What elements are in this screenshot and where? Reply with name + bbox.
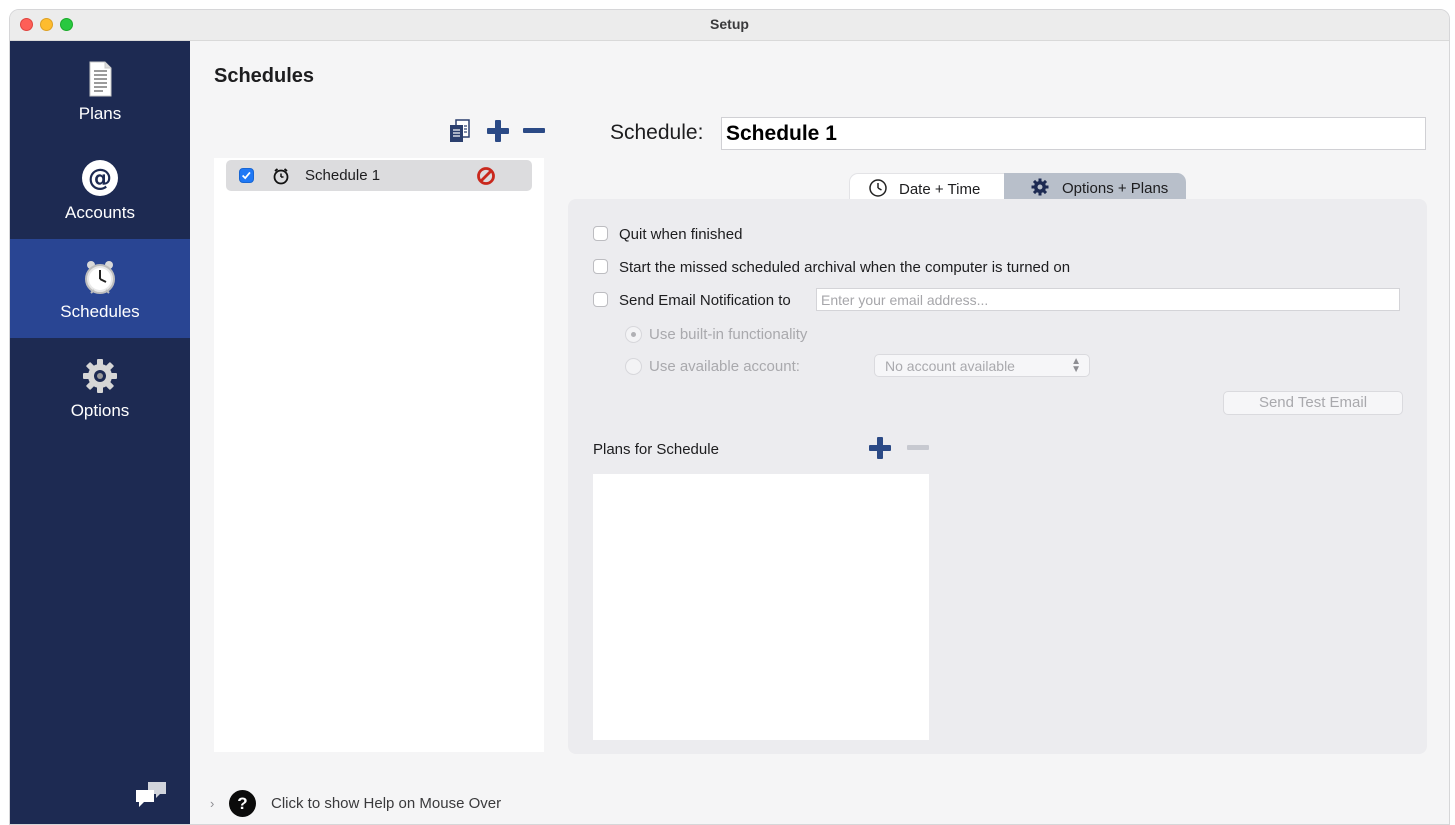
schedule-name-label: Schedule 1 [305,167,381,184]
duplicate-icon[interactable] [446,118,474,144]
option-label: Use available account: [649,358,800,375]
chat-bubbles-icon[interactable] [134,780,168,810]
chevron-right-icon[interactable]: › [210,796,214,811]
disabled-icon[interactable] [476,166,496,186]
sidebar-item-accounts[interactable]: @ Accounts [10,140,190,239]
chevron-up-down-icon: ▲ ▼ [1071,356,1081,375]
help-text: Click to show Help on Mouse Over [271,795,502,812]
gear-icon [83,359,117,393]
option-label: Use built-in functionality [649,326,808,343]
alarm-clock-icon [85,261,115,294]
use-builtin-option[interactable]: Use built-in functionality [625,324,855,344]
alarm-clock-icon [273,168,289,185]
sidebar-item-label: Accounts [65,203,135,222]
start-missed-checkbox[interactable] [593,259,608,274]
sidebar-item-label: Schedules [60,302,140,321]
sidebar-item-options[interactable]: Options [10,338,190,437]
gear-icon [1031,178,1049,196]
minus-icon[interactable] [520,118,548,144]
schedule-field-label: Schedule: [610,121,704,144]
use-account-radio[interactable] [625,358,642,375]
send-email-checkbox[interactable] [593,292,608,307]
at-sign-icon: @ [82,160,118,196]
clock-icon [869,179,887,197]
use-builtin-radio[interactable] [625,326,642,343]
option-label: Send Email Notification to [619,292,791,309]
add-plan-icon[interactable] [866,435,894,461]
help-icon[interactable]: ? [229,790,256,817]
tab-date-time[interactable]: Date + Time [849,173,1005,200]
options-panel: Quit when finished Start the missed sche… [568,199,1427,754]
page-title: Schedules [214,65,315,87]
email-field[interactable] [816,288,1400,311]
sidebar-item-plans[interactable]: Plans [10,41,190,140]
title-bar: Setup [10,10,1449,41]
plus-icon[interactable] [484,118,512,144]
account-select[interactable]: No account available ▲ ▼ [874,354,1090,377]
quit-when-finished-option[interactable]: Quit when finished [593,225,893,245]
window-title: Setup [710,16,749,32]
send-test-email-button[interactable]: Send Test Email [1223,391,1403,415]
remove-plan-icon[interactable] [904,435,932,461]
quit-when-finished-checkbox[interactable] [593,226,608,241]
sidebar-item-label: Plans [78,104,122,123]
account-select-value: No account available [885,358,1015,374]
plans-for-schedule-label: Plans for Schedule [593,441,719,458]
schedule-name-field[interactable] [721,117,1426,150]
tab-options-plans[interactable]: Options + Plans [1004,173,1186,200]
start-missed-option[interactable]: Start the missed scheduled archival when… [593,258,1153,278]
schedule-list-toolbar [446,118,550,146]
tab-label: Date + Time [899,181,981,198]
option-label: Start the missed scheduled archival when… [619,259,1071,276]
schedule-enabled-checkbox[interactable] [239,168,254,183]
setup-window: Setup Plans @ Accounts Schedules Options… [9,9,1450,825]
schedule-list: Schedule 1 [214,158,544,752]
use-account-option[interactable]: Use available account: [625,356,855,376]
plans-list[interactable] [593,474,929,740]
sidebar: Plans @ Accounts Schedules Options [10,41,190,824]
list-item[interactable]: Schedule 1 [226,160,532,191]
sidebar-item-schedules[interactable]: Schedules [10,239,190,338]
tab-label: Options + Plans [1062,180,1169,197]
checkmark-icon [241,171,251,180]
document-icon [89,61,112,97]
option-label: Quit when finished [619,226,743,243]
sidebar-item-label: Options [70,401,130,420]
send-email-option[interactable]: Send Email Notification to [593,291,813,311]
svg-text:@: @ [88,164,112,192]
